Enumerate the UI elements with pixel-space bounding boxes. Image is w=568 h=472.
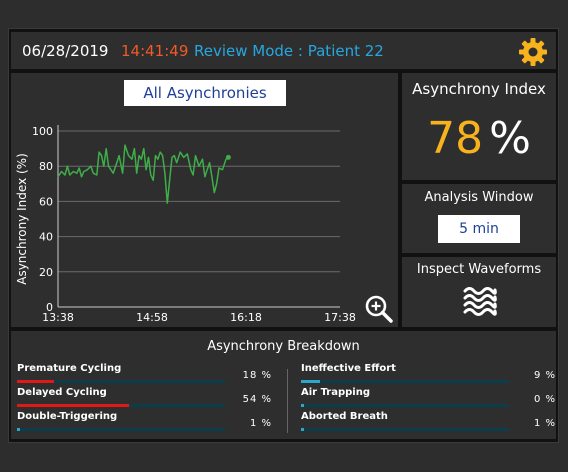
breakdown-bar-fill [17, 380, 55, 383]
chart-filter-button[interactable]: All Asynchronies [124, 80, 286, 106]
y-tick-label: 60 [39, 195, 53, 208]
asynchrony-index-panel: Asynchrony Index 78% [401, 72, 557, 181]
breakdown-item-delayed-cycling: Delayed Cycling 54 % [17, 387, 272, 411]
breakdown-bar-fill [301, 380, 320, 383]
x-tick-label: 14:58 [136, 311, 168, 324]
breakdown-item-premature-cycling: Premature Cycling 18 % [17, 363, 272, 387]
header-bar: 06/28/2019 14:41:49 Review Mode : Patien… [10, 31, 557, 70]
breakdown-bar-fill [17, 404, 130, 407]
breakdown-value: 18 % [242, 370, 272, 381]
breakdown-bar-track [301, 380, 509, 383]
asynchrony-chart: 02040608010013:38 14:58 16:18 17:38Asynchro… [15, 125, 356, 324]
breakdown-item-ineffective-effort: Ineffective Effort 9 % [301, 363, 556, 387]
breakdown-divider [287, 369, 288, 433]
asynchrony-index-title: Asynchrony Index [412, 80, 546, 98]
breakdown-label: Premature Cycling [17, 363, 122, 374]
breakdown-value: 54 % [242, 394, 272, 405]
time-display: 14:41:49 [121, 42, 189, 60]
waves-icon[interactable] [462, 285, 498, 317]
y-tick-label: 100 [32, 125, 53, 138]
breakdown-label: Delayed Cycling [17, 387, 107, 398]
analysis-window-panel: Analysis Window 5 min [401, 183, 557, 254]
y-tick-label: 80 [39, 160, 53, 173]
zoom-in-icon[interactable] [364, 294, 394, 324]
breakdown-bar-track [301, 428, 509, 431]
y-tick-label: 40 [39, 231, 53, 244]
breakdown-label: Ineffective Effort [301, 363, 396, 374]
asynchrony-breakdown-panel: Asynchrony Breakdown Premature Cycling 1… [10, 330, 557, 440]
x-tick-label: 13:38 [42, 311, 74, 324]
breakdown-bar-fill [301, 428, 305, 431]
breakdown-bar-track [17, 380, 225, 383]
breakdown-value: 9 % [533, 370, 556, 381]
series-end-point [225, 154, 231, 160]
breakdown-label: Double-Triggering [17, 411, 118, 422]
y-tick-label: 20 [39, 266, 53, 279]
breakdown-value: 1 % [533, 418, 556, 429]
review-mode-label: Review Mode : Patient 22 [194, 42, 384, 60]
chart-panel: 0 20 40 60 80 100 13:38 14:58 16:18 17:38 Asynchro… [10, 72, 399, 328]
breakdown-bar-track [17, 428, 225, 431]
asynchrony-index-readout: 78% [402, 113, 556, 165]
breakdown-value: 1 % [249, 418, 272, 429]
breakdown-value: 0 % [533, 394, 556, 405]
asynchrony-series-line [57, 144, 229, 204]
breakdown-item-double-triggering: Double-Triggering 1 % [17, 411, 272, 435]
y-axis-label: Asynchrony Index (%) [15, 153, 29, 285]
breakdown-title: Asynchrony Breakdown [207, 339, 360, 354]
breakdown-label: Aborted Breath [301, 411, 388, 422]
analysis-window-title: Analysis Window [424, 190, 534, 205]
gear-icon[interactable] [518, 37, 548, 67]
breakdown-item-aborted-breath: Aborted Breath 1 % [301, 411, 556, 435]
breakdown-bar-fill [17, 428, 21, 431]
x-tick-label: 17:38 [324, 311, 356, 324]
breakdown-bar-track [301, 404, 509, 407]
inspect-waveforms-panel[interactable]: Inspect Waveforms [401, 256, 557, 328]
breakdown-item-air-trapping: Air Trapping 0 % [301, 387, 556, 411]
asynchrony-index-value: 78 [427, 113, 484, 164]
asynchrony-index-unit: % [489, 113, 531, 164]
inspect-waveforms-title: Inspect Waveforms [416, 262, 542, 277]
date-display: 06/28/2019 [22, 42, 109, 60]
x-tick-label: 16:18 [230, 311, 262, 324]
breakdown-label: Air Trapping [301, 387, 371, 398]
analysis-window-selector[interactable]: 5 min [438, 215, 520, 243]
breakdown-bar-track [17, 404, 225, 407]
breakdown-bar-fill [301, 404, 305, 407]
